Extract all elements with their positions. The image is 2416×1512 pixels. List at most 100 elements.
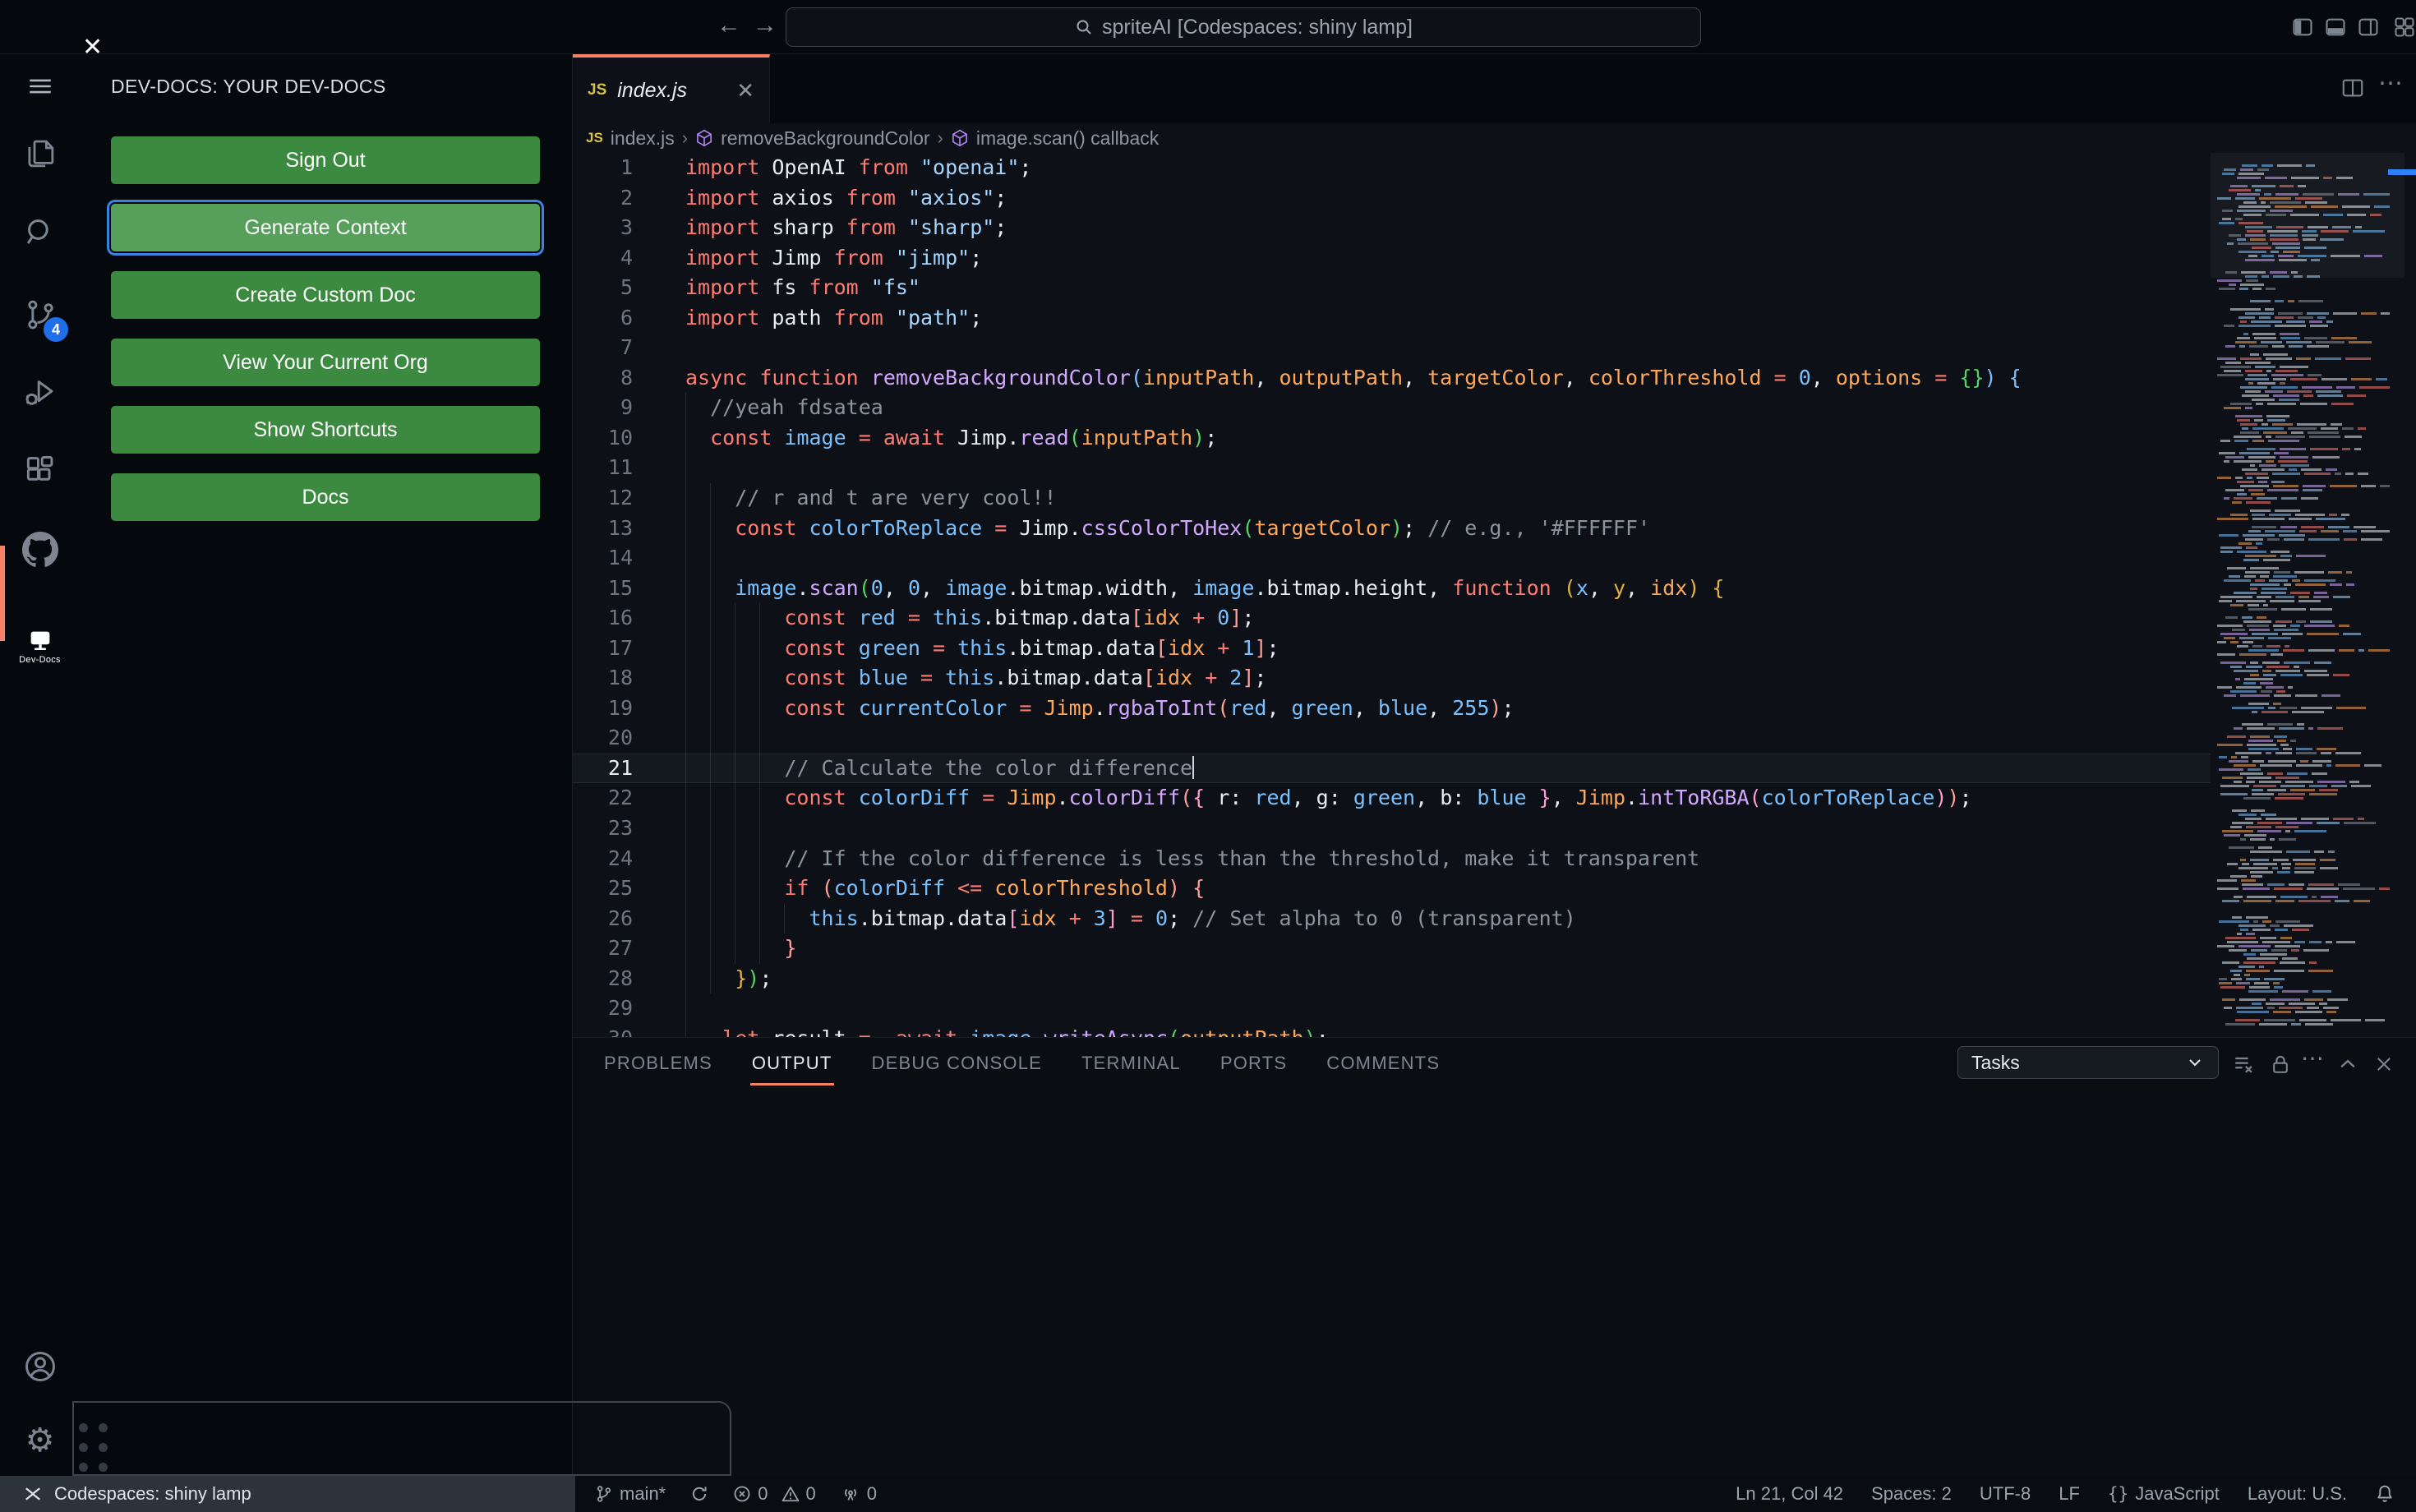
status-bar: Codespaces: shiny lamp main* 0 0 0 Ln 21… [0, 1476, 2416, 1512]
chevron-down-icon [2185, 1053, 2205, 1072]
remote-indicator[interactable]: Codespaces: shiny lamp [0, 1476, 575, 1512]
editor-tab-strip: JS index.js ✕ ⋯ [573, 54, 2416, 123]
remote-icon [23, 1484, 43, 1504]
docs-button[interactable]: Docs [111, 473, 540, 521]
customize-layout-icon[interactable] [2393, 16, 2416, 39]
breadcrumb-symbol[interactable]: removeBackgroundColor [721, 127, 929, 150]
clear-output-icon[interactable] [2232, 1053, 2255, 1076]
indentation-item[interactable]: Spaces: 2 [1871, 1483, 1952, 1505]
devdocs-label: Dev-Docs [19, 655, 61, 665]
code-line: 25 if (colorDiff <= colorThreshold) { [573, 874, 2211, 904]
menu-icon[interactable] [0, 54, 80, 118]
language-item[interactable]: {} JavaScript [2108, 1483, 2220, 1505]
code-line: 10 const image = await Jimp.read(inputPat… [573, 422, 2211, 454]
language-label: JavaScript [2135, 1483, 2220, 1504]
generate-context-button[interactable]: Generate Context [111, 204, 540, 251]
code-line: 6 import path from "path"; [620, 305, 983, 330]
source-control-icon[interactable]: 4 [0, 283, 80, 347]
tab-terminal[interactable]: TERMINAL [1080, 1048, 1183, 1079]
encoding-item[interactable]: UTF-8 [1980, 1483, 2031, 1505]
panel-more-actions-icon[interactable]: ⋯ [2301, 1044, 2324, 1072]
code-line: 8 async function removeBackgroundColor(in… [620, 365, 2022, 390]
eol-item[interactable]: LF [2059, 1483, 2080, 1505]
git-branch-item[interactable]: main* [595, 1483, 666, 1505]
extensions-icon[interactable] [0, 439, 80, 503]
layout-item[interactable]: Layout: U.S. [2248, 1483, 2347, 1505]
breadcrumb-callback[interactable]: image.scan() callback [976, 127, 1159, 150]
notifications-bell-icon[interactable] [2375, 1484, 2395, 1504]
search-view-icon[interactable] [0, 201, 80, 265]
symbol-cube-icon [951, 129, 969, 147]
tab-ports[interactable]: PORTS [1219, 1048, 1289, 1079]
code-line: 18 const blue = this.bitmap.data[idx + 2]… [573, 663, 2211, 694]
code-line: 22 const colorDiff = Jimp.colorDiff({ r: … [573, 783, 2211, 814]
devdocs-sidebar: DEV-DOCS: YOUR DEV-DOCS Sign Out Generat… [80, 54, 573, 1476]
sync-item[interactable] [690, 1485, 708, 1503]
search-icon [1074, 17, 1094, 37]
toggle-secondary-sidebar-icon[interactable] [2357, 16, 2380, 39]
code-line: 14 [573, 543, 2211, 574]
symbol-cube-icon [695, 129, 713, 147]
tab-output[interactable]: OUTPUT [749, 1048, 834, 1086]
command-center-search[interactable]: spriteAI [Codespaces: shiny lamp] [786, 7, 1701, 47]
code-line: 3 import sharp from "sharp"; [620, 215, 1007, 240]
breadcrumb-file[interactable]: index.js [611, 127, 675, 150]
code-line: 19 const currentColor = Jimp.rgbaToInt(re… [573, 693, 2211, 724]
breadcrumb: JS index.js › removeBackgroundColor › im… [573, 123, 2416, 153]
settings-gear-icon[interactable]: ⚙ [0, 1408, 80, 1473]
show-shortcuts-button[interactable]: Show Shortcuts [111, 406, 540, 454]
code-line: 11 [573, 453, 2211, 484]
floating-widget [72, 1401, 731, 1476]
code-line: 26 this.bitmap.data[idx + 3] = 0; // Set … [573, 903, 2211, 934]
code-line: 12// r and t are very cool!! [573, 483, 2211, 514]
run-debug-icon[interactable] [0, 360, 80, 424]
view-current-org-button[interactable]: View Your Current Org [111, 339, 540, 386]
sign-out-button[interactable]: Sign Out [111, 136, 540, 184]
account-icon[interactable] [0, 1335, 80, 1399]
active-view-indicator [0, 546, 5, 641]
minimap[interactable] [2211, 153, 2404, 1027]
tab-problems[interactable]: PROBLEMS [602, 1048, 714, 1079]
code-line: 16 const red = this.bitmap.data[idx + 0]; [573, 603, 2211, 634]
code-line: 29 [573, 993, 2211, 1024]
code-line: 21// Calculate the color difference [573, 753, 2211, 784]
bottom-panel: PROBLEMS OUTPUT DEBUG CONSOLE TERMINAL P… [573, 1037, 2416, 1476]
github-icon[interactable] [0, 518, 80, 582]
search-value: spriteAI [Codespaces: shiny lamp] [1102, 15, 1413, 39]
widget-close-icon[interactable]: ✕ [82, 33, 103, 62]
tab-close-icon[interactable]: ✕ [736, 78, 754, 104]
code-line: 28}); [573, 963, 2211, 994]
cursor-position-item[interactable]: Ln 21, Col 42 [1736, 1483, 1843, 1505]
toggle-sidebar-icon[interactable] [2291, 16, 2314, 39]
ports-item[interactable]: 0 [841, 1483, 877, 1505]
close-panel-icon[interactable] [2373, 1053, 2395, 1076]
code-line: 4 import Jimp from "jimp"; [620, 245, 983, 270]
split-editor-icon[interactable] [2340, 76, 2365, 100]
code-line: 13 const colorToReplace = Jimp.cssColorTo… [573, 513, 2211, 544]
explorer-icon[interactable] [0, 122, 80, 186]
tab-comments[interactable]: COMMENTS [1325, 1048, 1441, 1079]
chevron-right-icon: › [937, 127, 943, 148]
code-line: 9//yeah fdsatea [573, 393, 2211, 423]
forward-icon[interactable]: → [753, 12, 777, 39]
devdocs-view-icon[interactable]: Dev-Docs [0, 603, 80, 692]
lock-icon[interactable] [2270, 1053, 2291, 1076]
code-line: 23 [573, 814, 2211, 844]
braces-icon: {} [2107, 1484, 2129, 1504]
code-line: 17 const green = this.bitmap.data[idx + 1… [573, 633, 2211, 664]
create-custom-doc-button[interactable]: Create Custom Doc [111, 271, 540, 319]
tab-index-js[interactable]: JS index.js ✕ [573, 54, 770, 123]
editor-more-actions-icon[interactable]: ⋯ [2378, 69, 2403, 98]
code-line: 5 import fs from "fs" [620, 275, 920, 300]
maximize-panel-icon[interactable] [2337, 1053, 2358, 1076]
code-editor[interactable]: 1 import OpenAI from "openai"; 2 import axi… [573, 153, 2416, 1037]
back-icon[interactable]: ← [717, 12, 741, 39]
output-channel-select[interactable]: Tasks [1957, 1046, 2219, 1079]
title-bar: ← → spriteAI [Codespaces: shiny lamp] [0, 0, 2416, 54]
code-line: 24// If the color difference is less tha… [573, 843, 2211, 874]
toggle-panel-icon[interactable] [2324, 16, 2347, 39]
tab-debug-console[interactable]: DEBUG CONSOLE [870, 1048, 1044, 1079]
code-line: 27} [573, 933, 2211, 964]
ports-count: 0 [866, 1483, 877, 1504]
problems-item[interactable]: 0 0 [733, 1483, 816, 1505]
